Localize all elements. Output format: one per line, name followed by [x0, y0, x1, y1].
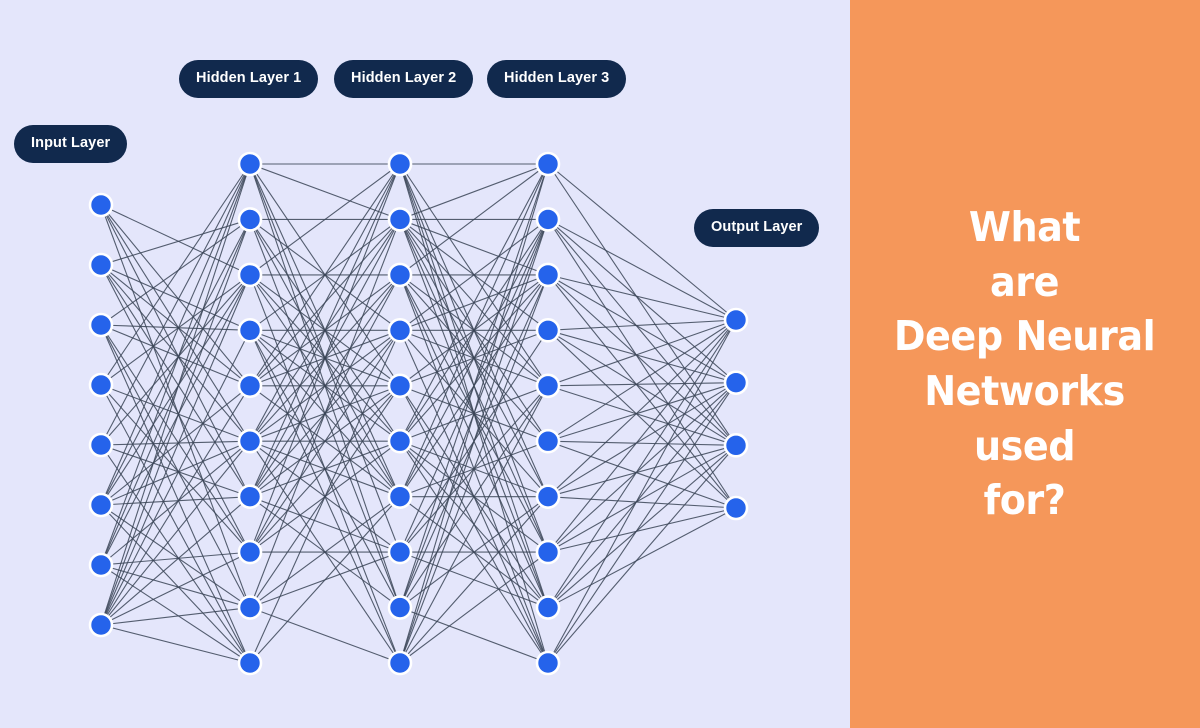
network-node-hidden1-3	[237, 262, 263, 288]
question-heading: What are Deep Neural Networks used for?	[894, 200, 1156, 527]
network-edge	[399, 496, 549, 664]
network-node-hidden2-9	[387, 595, 413, 620]
network-edge	[547, 329, 737, 446]
layer-label-hidden-1: Hidden Layer 1	[179, 60, 319, 98]
network-node-hidden1-2	[237, 207, 263, 232]
network-node-input-6	[88, 492, 114, 518]
question-line-3: Deep Neural	[894, 312, 1156, 361]
network-node-hidden3-8	[535, 539, 561, 565]
network-node-hidden3-3	[535, 262, 561, 288]
network-edge	[100, 163, 251, 446]
layer-label-hidden-3: Hidden Layer 3	[487, 60, 627, 98]
network-edge	[399, 218, 549, 276]
network-node-hidden1-8	[237, 539, 263, 565]
network-node-input-4	[88, 372, 114, 398]
question-line-5: used	[974, 421, 1076, 470]
network-edge	[547, 382, 737, 498]
network-edge	[547, 382, 737, 608]
question-line-6: for?	[984, 476, 1066, 525]
network-edge	[249, 163, 401, 220]
network-node-output-1	[723, 307, 749, 333]
network-edge	[547, 382, 737, 387]
network-node-hidden3-6	[535, 428, 561, 454]
layer-label-input: Input Layer	[14, 125, 128, 163]
network-edge	[100, 264, 251, 553]
network-node-hidden3-1	[535, 151, 561, 177]
network-node-input-8	[88, 612, 114, 638]
network-edge	[399, 607, 549, 664]
network-node-input-5	[88, 432, 114, 458]
network-edge	[249, 163, 401, 442]
network-node-hidden1-1	[237, 151, 263, 177]
network-node-output-2	[723, 370, 749, 395]
network-node-output-4	[723, 495, 749, 521]
network-node-input-3	[88, 312, 114, 338]
network-edge	[547, 319, 737, 664]
network-edge	[100, 496, 251, 626]
network-edge	[547, 440, 737, 446]
network-node-hidden2-7	[387, 484, 413, 509]
network-edge	[547, 319, 737, 387]
network-node-hidden1-10	[237, 650, 263, 676]
network-edge	[100, 504, 251, 664]
network-node-hidden1-5	[237, 373, 263, 399]
network-node-hidden3-9	[535, 595, 561, 620]
network-edge	[547, 444, 737, 498]
network-node-hidden2-5	[387, 373, 413, 399]
network-edge	[399, 163, 549, 442]
network-edge	[399, 551, 549, 664]
network-node-input-2	[88, 252, 114, 278]
network-node-hidden2-6	[387, 428, 413, 454]
question-line-1: What	[969, 203, 1081, 252]
network-edge	[100, 218, 251, 266]
network-edge	[249, 496, 401, 664]
network-edge	[100, 440, 251, 446]
network-edge	[249, 385, 401, 553]
network-edge	[547, 274, 737, 321]
network-edge	[399, 163, 549, 220]
network-edge	[249, 607, 401, 664]
network-edge	[547, 444, 737, 664]
network-node-output-3	[723, 433, 749, 458]
screenshot-root: Input Layer Hidden Layer 1 Hidden Layer …	[0, 0, 1200, 728]
network-edge	[100, 219, 251, 566]
neural-network-graph	[88, 151, 749, 676]
network-node-hidden3-5	[535, 373, 561, 399]
question-line-2: are	[990, 257, 1060, 306]
network-node-hidden1-9	[237, 595, 263, 620]
network-edge	[399, 219, 549, 664]
question-line-4: Networks	[924, 367, 1126, 415]
network-node-hidden2-8	[387, 539, 413, 565]
network-node-hidden3-10	[535, 650, 561, 676]
network-node-hidden1-6	[237, 428, 263, 454]
network-node-hidden3-4	[535, 318, 561, 343]
network-node-hidden3-7	[535, 484, 561, 509]
neural-network-diagram-panel: Input Layer Hidden Layer 1 Hidden Layer …	[0, 0, 850, 728]
network-node-hidden2-4	[387, 318, 413, 343]
network-node-hidden2-1	[387, 151, 413, 177]
question-panel: What are Deep Neural Networks used for?	[850, 0, 1200, 728]
network-node-hidden1-4	[237, 318, 263, 343]
network-node-hidden2-3	[387, 262, 413, 288]
network-node-hidden2-10	[387, 650, 413, 676]
network-edges	[100, 163, 737, 664]
network-edge	[547, 507, 737, 553]
network-node-input-1	[88, 192, 114, 218]
network-node-input-7	[88, 552, 114, 578]
network-edge	[249, 496, 401, 553]
network-node-hidden2-2	[387, 207, 413, 232]
layer-label-output: Output Layer	[694, 209, 820, 247]
network-node-hidden1-7	[237, 484, 263, 509]
layer-label-hidden-2: Hidden Layer 2	[334, 60, 474, 98]
network-node-hidden3-2	[535, 207, 561, 232]
network-edge	[100, 384, 251, 664]
